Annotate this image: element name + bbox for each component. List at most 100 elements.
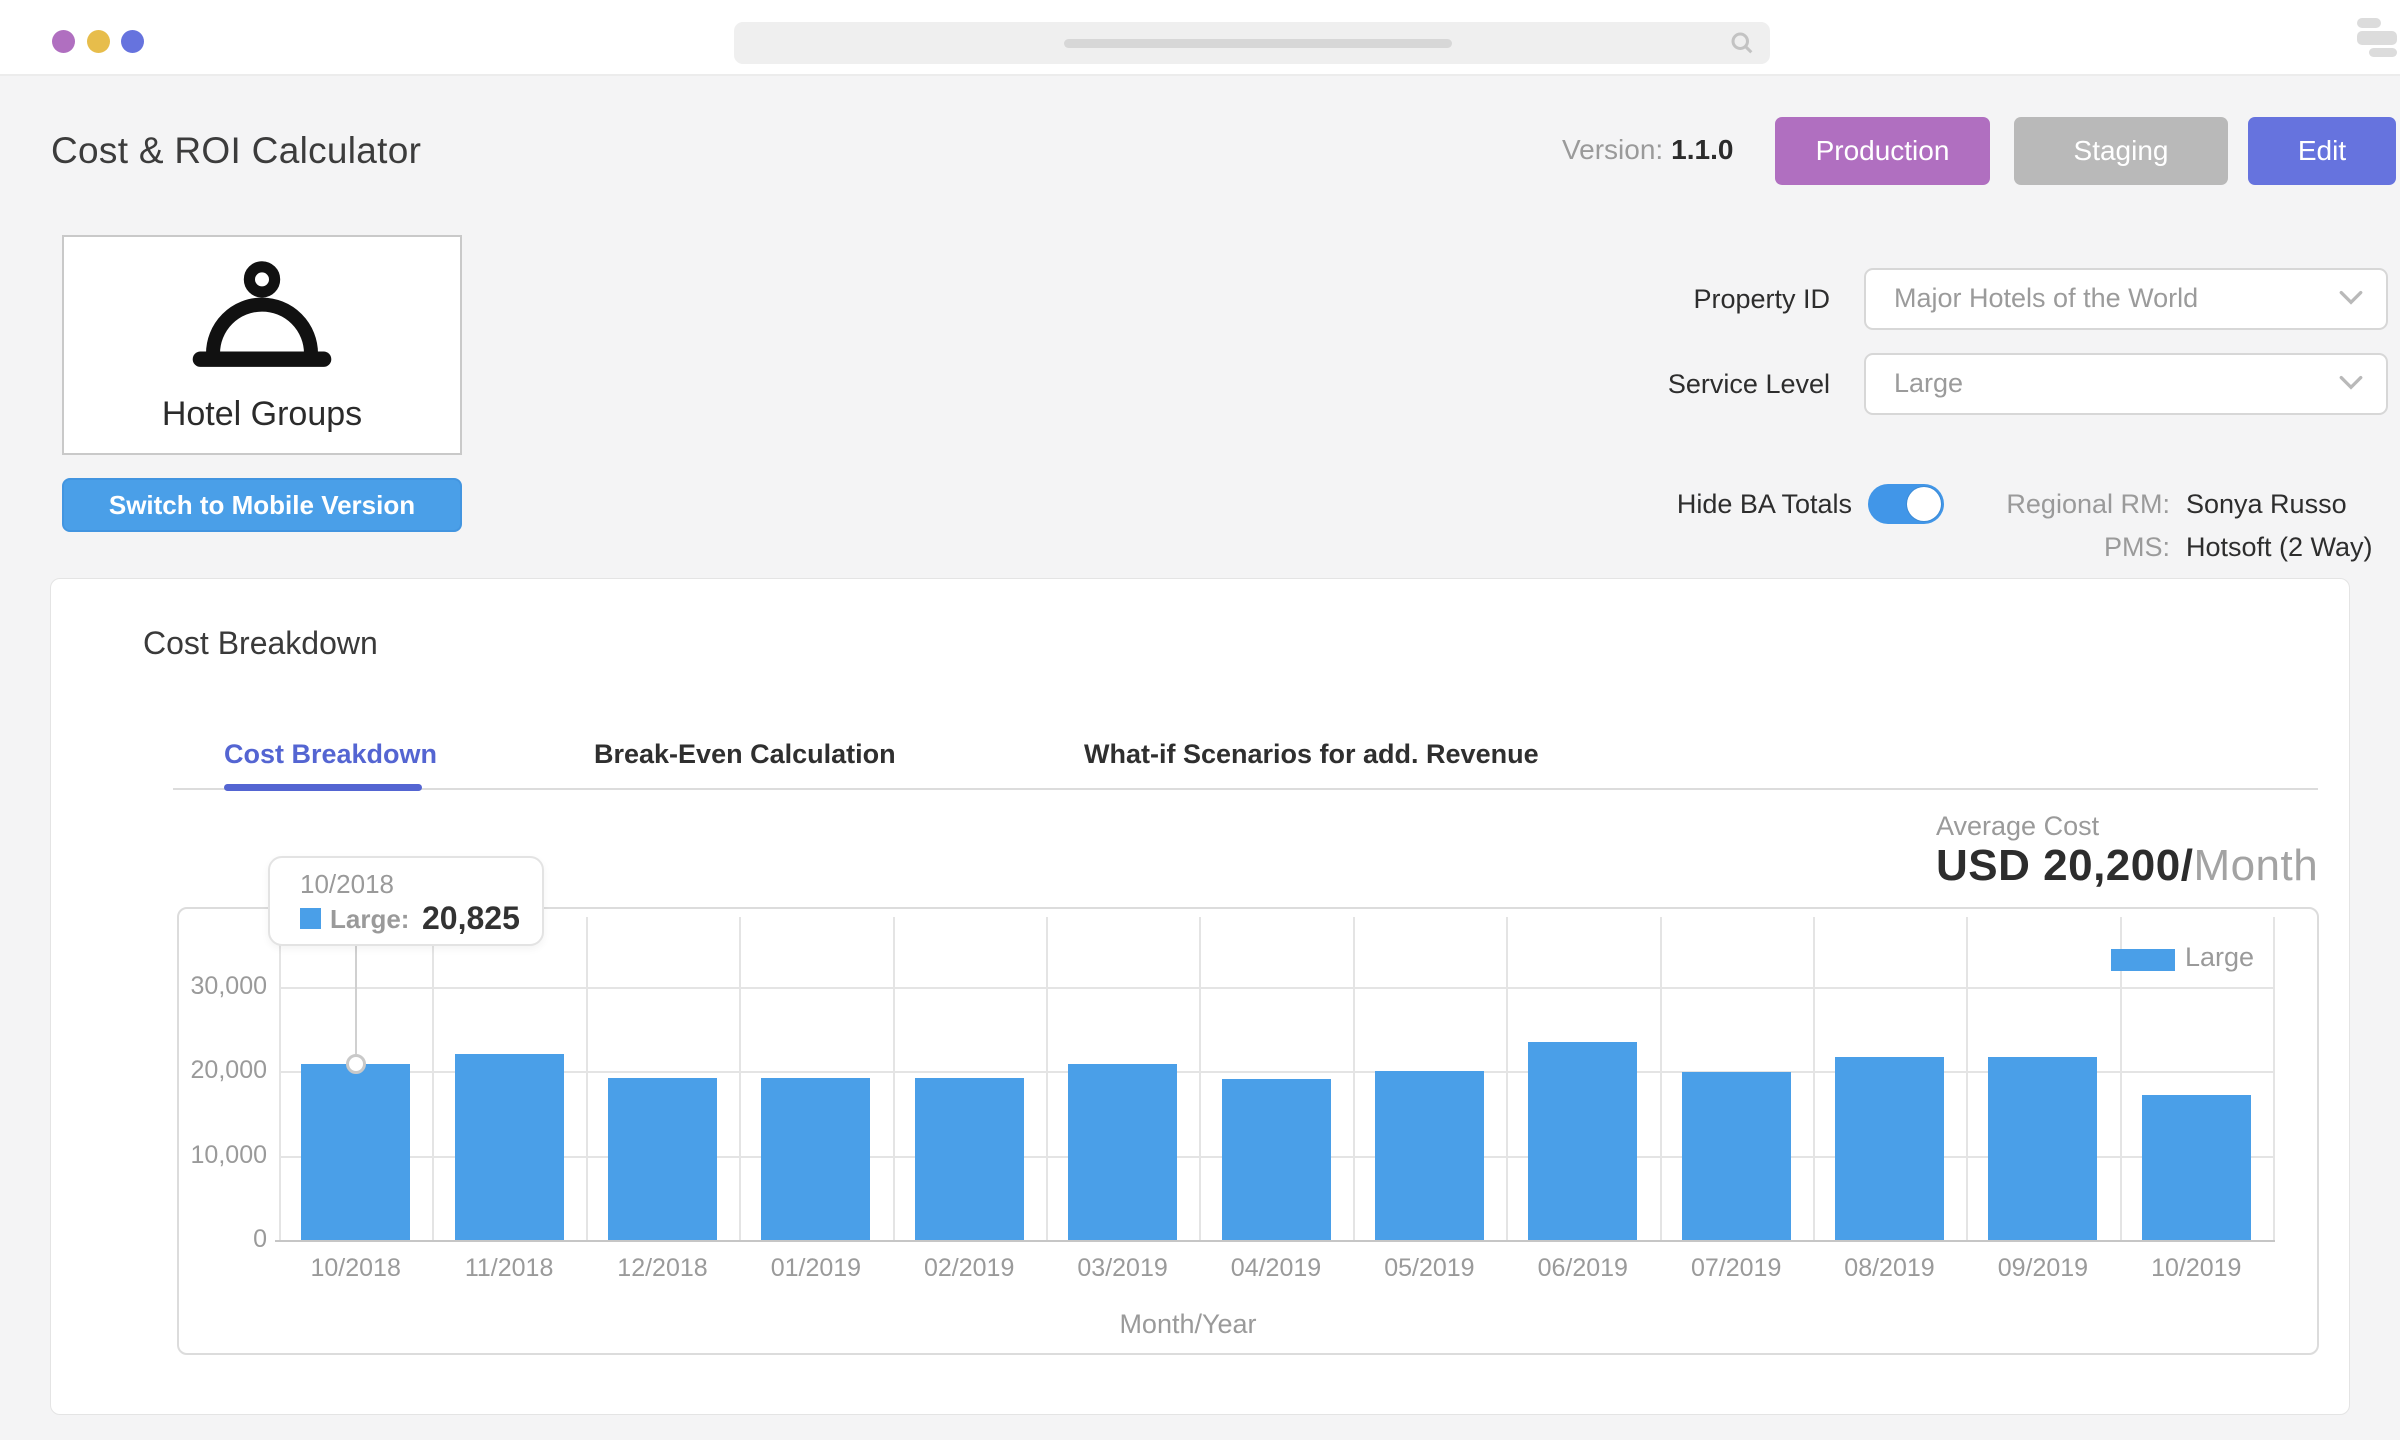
toggle-knob	[1907, 487, 1941, 521]
hide-ba-totals-toggle[interactable]	[1868, 484, 1944, 524]
average-cost-unit: Month	[2193, 841, 2318, 890]
x-axis-tick-label: 06/2019	[1506, 1254, 1659, 1283]
tooltip-leader-line	[355, 941, 357, 1054]
x-axis-tick-label: 10/2018	[279, 1254, 432, 1283]
bar-04/2019[interactable]	[1222, 1079, 1331, 1240]
bar-12/2018[interactable]	[608, 1078, 717, 1240]
chevron-down-icon	[2338, 374, 2364, 392]
hide-ba-totals-label: Hide BA Totals	[1580, 489, 1852, 520]
y-axis-tick-label: 30,000	[179, 972, 267, 1001]
x-axis-tick-label: 04/2019	[1199, 1254, 1352, 1283]
address-bar[interactable]	[734, 22, 1770, 64]
hotel-cloche-icon	[192, 259, 332, 386]
gridline-horizontal	[279, 987, 2273, 989]
bar-06/2019[interactable]	[1528, 1042, 1637, 1240]
service-level-value: Large	[1894, 368, 1963, 399]
property-id-value: Major Hotels of the World	[1894, 283, 2198, 314]
edit-button[interactable]: Edit	[2248, 117, 2396, 185]
property-id-select[interactable]: Major Hotels of the World	[1864, 268, 2388, 330]
service-level-select[interactable]: Large	[1864, 353, 2388, 415]
tooltip-date: 10/2018	[300, 869, 394, 900]
average-cost-value: USD 20,200/Month	[1936, 841, 2318, 891]
cost-breakdown-panel: Cost Breakdown Cost Breakdown Break-Even…	[50, 578, 2350, 1415]
window-maximize-button[interactable]	[121, 30, 144, 53]
production-button[interactable]: Production	[1775, 117, 1990, 185]
gridline-vertical	[1966, 917, 1968, 1240]
tab-what-if-scenarios[interactable]: What-if Scenarios for add. Revenue	[1084, 739, 1539, 770]
panel-heading: Cost Breakdown	[143, 625, 378, 662]
browser-menu-icon[interactable]	[2355, 17, 2400, 57]
x-axis-tick-label: 01/2019	[739, 1254, 892, 1283]
gridline-vertical	[586, 917, 588, 1240]
x-axis-tick-label: 08/2019	[1813, 1254, 1966, 1283]
x-axis-tick-label: 10/2019	[2120, 1254, 2273, 1283]
gridline-vertical	[739, 917, 741, 1240]
regional-rm-label: Regional RM:	[1960, 489, 2170, 520]
x-axis-tick-label: 07/2019	[1660, 1254, 1813, 1283]
service-level-label: Service Level	[1580, 369, 1830, 400]
staging-button[interactable]: Staging	[2014, 117, 2228, 185]
version-value: 1.1.0	[1671, 134, 1733, 165]
page-title: Cost & ROI Calculator	[51, 130, 421, 172]
gridline-vertical	[432, 917, 434, 1240]
legend-swatch-large	[2111, 949, 2175, 971]
gridline-horizontal	[279, 1071, 2273, 1073]
x-axis-line	[275, 1240, 2275, 1242]
bar-10/2019[interactable]	[2142, 1095, 2251, 1240]
gridline-vertical	[1506, 917, 1508, 1240]
tab-break-even-calculation[interactable]: Break-Even Calculation	[594, 739, 896, 770]
gridline-vertical	[1046, 917, 1048, 1240]
window-close-button[interactable]	[52, 30, 75, 53]
gridline-vertical	[2273, 917, 2275, 1240]
regional-rm-value: Sonya Russo	[2186, 489, 2347, 520]
browser-topbar	[0, 0, 2400, 76]
y-axis-tick-label: 10,000	[179, 1141, 267, 1170]
version-label: Version:	[1562, 134, 1663, 165]
gridline-vertical	[1199, 917, 1201, 1240]
property-type-label: Hotel Groups	[64, 395, 460, 434]
pms-label: PMS:	[1960, 532, 2170, 563]
bar-02/2019[interactable]	[915, 1078, 1024, 1240]
tooltip-value: 20,825	[422, 900, 520, 937]
chart-plot-area: 0 10,000 20,000 30,000 10/201811/201812/2018…	[179, 909, 2317, 1353]
x-axis-tick-label: 05/2019	[1353, 1254, 1506, 1283]
chevron-down-icon	[2338, 289, 2364, 307]
bar-09/2019[interactable]	[1988, 1057, 2097, 1240]
property-type-card[interactable]: Hotel Groups	[62, 235, 462, 455]
gridline-vertical	[1660, 917, 1662, 1240]
tabs-divider	[173, 788, 2318, 790]
bar-01/2019[interactable]	[761, 1078, 870, 1240]
x-axis-tick-label: 12/2018	[586, 1254, 739, 1283]
x-axis-tick-label: 03/2019	[1046, 1254, 1199, 1283]
x-axis-tick-label: 02/2019	[893, 1254, 1046, 1283]
address-bar-text-placeholder	[1064, 39, 1452, 48]
gridline-vertical	[1813, 917, 1815, 1240]
window-minimize-button[interactable]	[87, 30, 110, 53]
gridline-vertical	[893, 917, 895, 1240]
tab-cost-breakdown[interactable]: Cost Breakdown	[224, 739, 437, 770]
bar-10/2018[interactable]	[301, 1064, 410, 1240]
cost-chart: 0 10,000 20,000 30,000 10/201811/201812/2018…	[177, 907, 2319, 1355]
pms-value: Hotsoft (2 Way)	[2186, 532, 2373, 563]
average-cost-amount: USD 20,200/	[1936, 841, 2193, 890]
active-tab-indicator	[224, 784, 422, 791]
bar-07/2019[interactable]	[1682, 1072, 1791, 1240]
gridline-vertical	[279, 917, 281, 1240]
x-axis-title: Month/Year	[1068, 1309, 1308, 1340]
bar-08/2019[interactable]	[1835, 1057, 1944, 1240]
average-cost-label: Average Cost	[1936, 811, 2099, 842]
y-axis-tick-label: 0	[179, 1225, 267, 1254]
legend-label: Large	[2185, 942, 2254, 973]
x-axis-tick-label: 11/2018	[432, 1254, 585, 1283]
bar-03/2019[interactable]	[1068, 1064, 1177, 1240]
y-axis-tick-label: 20,000	[179, 1056, 267, 1085]
property-id-label: Property ID	[1580, 284, 1830, 315]
tooltip-series-swatch	[300, 908, 321, 929]
bar-11/2018[interactable]	[455, 1054, 564, 1240]
bar-05/2019[interactable]	[1375, 1071, 1484, 1240]
gridline-vertical	[1353, 917, 1355, 1240]
x-axis-tick-label: 09/2019	[1966, 1254, 2119, 1283]
switch-to-mobile-button[interactable]: Switch to Mobile Version	[62, 478, 462, 532]
version-info: Version: 1.1.0	[1562, 134, 1733, 166]
chart-tooltip: 10/2018 Large: 20,825	[268, 856, 544, 946]
